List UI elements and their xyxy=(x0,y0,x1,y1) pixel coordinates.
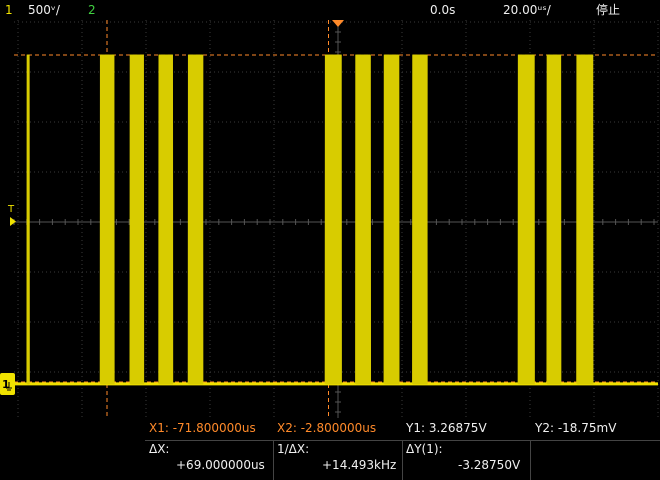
readout-divider xyxy=(530,440,531,480)
trace-burst xyxy=(187,54,204,385)
channel-1-number[interactable]: 1 xyxy=(5,0,13,20)
waveform-display[interactable]: T 1 xyxy=(0,20,660,420)
trace-burst xyxy=(158,54,174,385)
trace-burst xyxy=(355,54,372,385)
trace-burst xyxy=(26,54,30,385)
trigger-arrow-icon xyxy=(10,217,16,226)
cursor-y1-readout[interactable]: Y1: 3.26875V xyxy=(406,421,487,435)
readout-divider xyxy=(402,440,403,480)
trace-burst xyxy=(576,54,594,385)
trigger-level-label: T xyxy=(7,204,15,215)
time-scale[interactable]: 20.00ᵘˢ/ xyxy=(503,0,551,20)
channel-2-number[interactable]: 2 xyxy=(88,0,96,20)
trace-burst xyxy=(412,54,428,385)
delta-y-label: ΔY(1): xyxy=(406,442,443,456)
cursor-y2-readout[interactable]: Y2: -18.75mV xyxy=(535,421,616,435)
trace-burst xyxy=(517,54,535,385)
inverse-delta-x-label: 1/ΔX: xyxy=(277,442,310,456)
status-bar: 1 500ᵛ/ 2 0.0s 20.00ᵘˢ/ 停止 xyxy=(0,0,660,20)
delta-y-value: -3.28750V xyxy=(458,458,521,472)
cursor-x1-readout[interactable]: X1: -71.800000us xyxy=(149,421,256,435)
delta-x-value: +69.000000us xyxy=(176,458,265,472)
trace-burst xyxy=(129,54,145,385)
channel-1-trace xyxy=(14,54,658,386)
channel-1-ground-marker[interactable]: 1 xyxy=(0,373,15,395)
readout-divider xyxy=(273,440,274,480)
trace-burst xyxy=(99,54,115,385)
trigger-position-icon[interactable] xyxy=(332,20,344,27)
channel-1-scale[interactable]: 500ᵛ/ xyxy=(28,0,60,20)
trace-burst xyxy=(546,54,562,385)
trace-burst xyxy=(324,54,342,385)
cursor-readout-panel: X1: -71.800000us X2: -2.800000us Y1: 3.2… xyxy=(0,420,660,480)
run-state[interactable]: 停止 xyxy=(596,0,620,20)
inverse-delta-x-value: +14.493kHz xyxy=(322,458,397,472)
time-offset[interactable]: 0.0s xyxy=(430,0,455,20)
cursor-x2-readout[interactable]: X2: -2.800000us xyxy=(277,421,376,435)
trace-burst xyxy=(383,54,400,385)
trigger-level-marker[interactable]: T xyxy=(7,204,16,226)
delta-x-label: ΔX: xyxy=(149,442,170,456)
